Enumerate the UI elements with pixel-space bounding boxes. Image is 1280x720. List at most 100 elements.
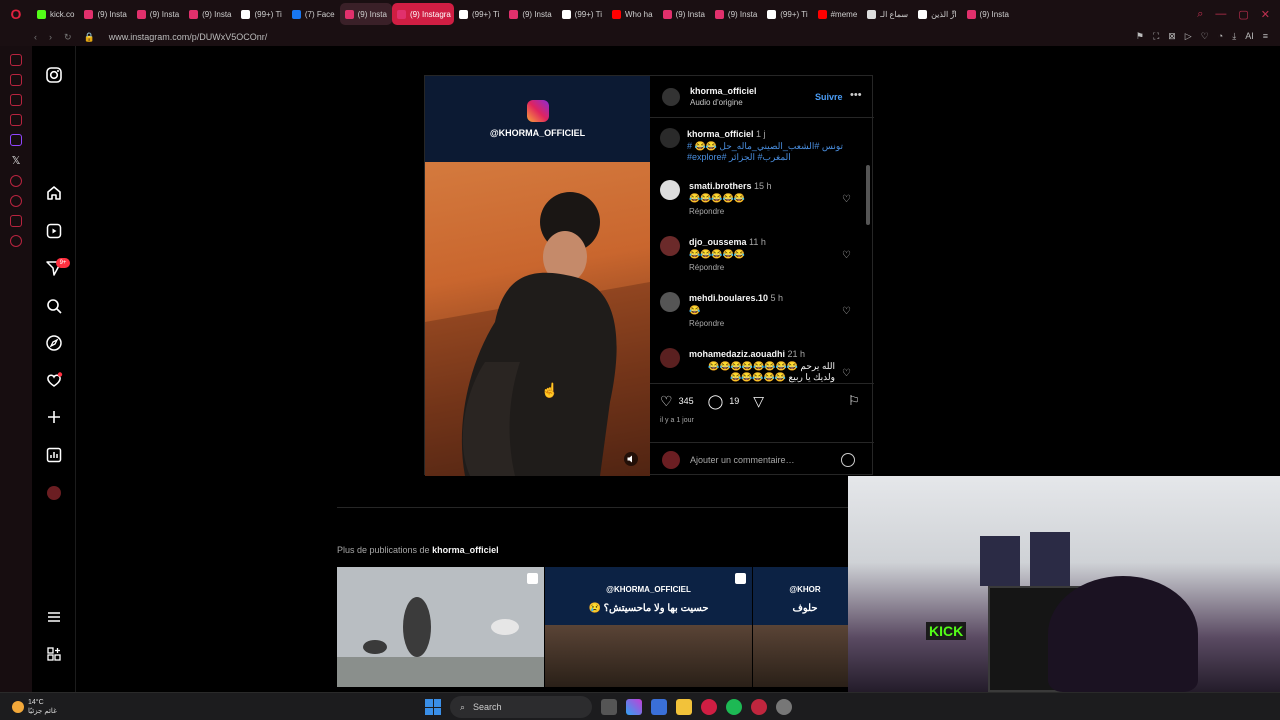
start-icon[interactable] [425, 699, 441, 715]
sidebar-aria-icon[interactable] [10, 54, 22, 66]
comment-username[interactable]: smati.brothers 15 h [689, 181, 772, 191]
taskbar-search[interactable]: ⌕ Search [450, 696, 592, 718]
like-count[interactable]: 345 [679, 396, 694, 406]
browser-tab[interactable]: #meme [813, 3, 863, 25]
browser-tab[interactable]: (9) Insta [962, 3, 1014, 25]
player-icon[interactable]: ▷ [1185, 31, 1192, 42]
reply-button[interactable]: Répondre [689, 319, 724, 328]
aria-ai-button[interactable]: AI [1245, 31, 1254, 42]
browser-tab[interactable]: (9) Insta [132, 3, 184, 25]
browser-tab[interactable]: (9) Insta [710, 3, 762, 25]
browser-tab[interactable]: (99+) Ti [557, 3, 607, 25]
sidebar-game-icon[interactable] [10, 114, 22, 126]
browser-tab[interactable]: (9) Insta [658, 3, 710, 25]
follow-button[interactable]: Suivre [815, 92, 843, 102]
also-from-meta-icon[interactable] [45, 645, 63, 663]
task-view-icon[interactable] [601, 699, 617, 715]
snapshot-icon[interactable]: ⛶ [1153, 31, 1159, 42]
reload-icon[interactable]: ↻ [64, 32, 72, 43]
browser-tab[interactable]: (9) Insta [184, 3, 236, 25]
more-menu-icon[interactable] [45, 608, 63, 626]
comment-like-icon[interactable]: ♡ [842, 306, 851, 317]
browser-tab[interactable]: (9) Insta [504, 3, 556, 25]
dashboard-icon[interactable] [45, 446, 63, 464]
forward-icon[interactable]: › [49, 32, 52, 43]
home-icon[interactable] [45, 184, 63, 202]
caption-avatar[interactable] [660, 128, 680, 148]
comment-icon[interactable]: ◯ [708, 394, 724, 408]
opera-gx-icon[interactable] [751, 699, 767, 715]
emoji-icon[interactable] [841, 453, 855, 467]
more-posts-username[interactable]: khorma_officiel [432, 545, 499, 555]
spotify-icon[interactable] [726, 699, 742, 715]
sidebar-messenger-icon[interactable] [10, 74, 22, 86]
browser-tab[interactable]: (9) Insta [79, 3, 131, 25]
audio-label[interactable]: Audio d'origine [690, 98, 743, 107]
reels-icon[interactable] [45, 222, 63, 240]
profile-avatar[interactable] [47, 486, 61, 500]
browser-tab[interactable]: (9) Instagra [391, 3, 454, 25]
opera-taskbar-icon[interactable] [701, 699, 717, 715]
comment-username[interactable]: mohamedaziz.aouadhi 21 h [689, 349, 805, 359]
thumbnail[interactable]: @KHORMA_OFFICIEL حسيت بها ولا ماحسيتش؟ 😢 [545, 567, 752, 687]
browser-tab[interactable]: Who ha [607, 3, 658, 25]
sidebar-settings-icon[interactable] [10, 235, 22, 247]
store-icon[interactable] [651, 699, 667, 715]
comment-avatar[interactable] [660, 348, 680, 368]
bookmark-page-icon[interactable]: ⚑ [1136, 31, 1144, 42]
mute-icon[interactable] [624, 452, 638, 466]
more-options-icon[interactable]: ••• [850, 89, 862, 101]
opera-logo-icon[interactable]: O [0, 0, 32, 28]
sidebar-x-icon[interactable]: 𝕏 [12, 154, 21, 167]
back-icon[interactable]: ‹ [34, 32, 37, 43]
browser-tab[interactable]: (9) Insta [339, 3, 392, 25]
author-username[interactable]: khorma_officiel [690, 86, 757, 96]
search-icon[interactable] [45, 297, 63, 315]
comment-avatar[interactable] [660, 292, 680, 312]
menu-icon[interactable]: ≡ [1263, 31, 1268, 42]
heart-icon[interactable]: ♡ [1201, 31, 1209, 42]
browser-tab[interactable]: kick.co [32, 3, 79, 25]
thumbnail[interactable] [337, 567, 544, 687]
browser-tab[interactable]: (99+) Ti [236, 3, 286, 25]
close-icon[interactable]: ✕ [1261, 8, 1270, 21]
caption-username[interactable]: khorma_officiel 1 j [687, 129, 766, 139]
profile-icon[interactable]: ◔ [1218, 31, 1223, 42]
search-tabs-icon[interactable]: ⌕ [1197, 8, 1203, 21]
share-icon[interactable]: ▽ [753, 394, 764, 408]
comment-input[interactable]: Ajouter un commentaire… [690, 455, 795, 465]
weather-widget[interactable]: 14°C غائم جزئيًا [12, 698, 57, 716]
comment-like-icon[interactable]: ♡ [842, 368, 851, 379]
comments-scrollbar[interactable] [866, 165, 870, 225]
like-icon[interactable]: ♡ [660, 394, 673, 408]
browser-tab[interactable]: (99+) Ti [454, 3, 504, 25]
author-avatar[interactable] [662, 88, 680, 106]
instagram-logo-icon[interactable] [45, 66, 63, 84]
comment-like-icon[interactable]: ♡ [842, 250, 851, 261]
save-icon[interactable]: ⚐ [848, 393, 860, 409]
video-frame[interactable] [425, 162, 650, 476]
browser-tab[interactable]: سماع الـ [862, 3, 913, 25]
download-icon[interactable]: ⤓ [1232, 31, 1236, 42]
sidebar-history-icon[interactable] [10, 195, 22, 207]
browser-tab[interactable]: (7) Face [287, 3, 340, 25]
sidebar-player-icon[interactable] [10, 175, 22, 187]
url-field[interactable]: www.instagram.com/p/DUWxV5OCOnr/ [109, 32, 268, 42]
sidebar-twitch-icon[interactable] [10, 134, 22, 146]
minimize-icon[interactable]: — [1215, 8, 1226, 20]
reply-button[interactable]: Répondre [689, 263, 724, 272]
browser-tab[interactable]: (99+) Ti [762, 3, 812, 25]
reply-button[interactable]: Répondre [689, 207, 724, 216]
browser-tab[interactable]: ارٍّ الذين [913, 3, 961, 25]
maximize-icon[interactable]: ▢ [1238, 8, 1248, 21]
comment-like-icon[interactable]: ♡ [842, 194, 851, 205]
post-media[interactable]: @KHORMA_OFFICIEL [425, 76, 650, 476]
explore-icon[interactable] [45, 334, 63, 352]
create-icon[interactable] [45, 408, 63, 426]
comment-avatar[interactable] [660, 236, 680, 256]
sidebar-chat-icon[interactable] [10, 94, 22, 106]
copilot-icon[interactable] [626, 699, 642, 715]
notifications-icon[interactable] [45, 371, 63, 389]
block-icon[interactable]: ⊠ [1168, 31, 1176, 42]
sidebar-extensions-icon[interactable] [10, 215, 22, 227]
